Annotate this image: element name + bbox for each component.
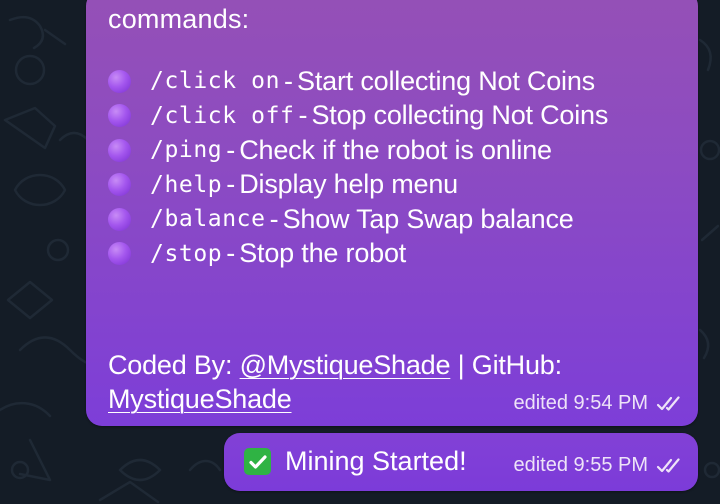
command-description: Display help menu — [239, 169, 458, 200]
command-link[interactable]: /click off — [150, 103, 294, 129]
command-link[interactable]: /help — [150, 172, 222, 198]
purple-circle-icon — [108, 242, 131, 266]
message-meta: edited 9:55 PM — [513, 454, 686, 477]
command-link[interactable]: /click on — [150, 68, 280, 94]
list-item: /balance - Show Tap Swap balance — [108, 202, 608, 237]
double-check-icon — [656, 457, 680, 473]
command-description: Check if the robot is online — [239, 134, 552, 165]
command-description: Start collecting Not Coins — [297, 65, 595, 96]
footer-divider: | — [457, 350, 465, 380]
command-description: Stop the robot — [239, 238, 407, 269]
footer-line-2: MystiqueShade — [108, 382, 562, 416]
purple-circle-icon — [108, 69, 131, 93]
command-description: Show Tap Swap balance — [282, 203, 574, 234]
mining-status: Mining Started! — [244, 446, 467, 477]
purple-circle-icon — [108, 173, 131, 197]
purple-circle-icon — [108, 138, 131, 162]
edited-timestamp: edited 9:54 PM — [513, 392, 648, 414]
list-item: /click on - Start collecting Not Coins — [108, 64, 608, 99]
bot-commands-message[interactable]: commands: /click on - Start collecting N… — [86, 0, 698, 426]
coded-by-label: Coded By: — [108, 350, 233, 380]
mining-status-text: Mining Started! — [285, 446, 467, 476]
command-description: Stop collecting Not Coins — [311, 100, 609, 131]
list-item: /click off - Stop collecting Not Coins — [108, 99, 608, 134]
command-link[interactable]: /stop — [150, 241, 222, 267]
command-separator: - — [269, 203, 279, 234]
command-separator: - — [226, 169, 236, 200]
command-separator: - — [226, 134, 236, 165]
list-item: /stop - Stop the robot — [108, 237, 608, 272]
double-check-icon — [656, 395, 680, 411]
edited-timestamp: edited 9:55 PM — [513, 454, 648, 476]
list-item: /ping - Check if the robot is online — [108, 133, 608, 168]
purple-circle-icon — [108, 104, 131, 128]
command-link[interactable]: /ping — [150, 137, 222, 163]
check-glyph — [248, 454, 267, 469]
github-label: GitHub: — [471, 350, 562, 380]
message-intro-text: commands: — [108, 4, 250, 34]
command-separator: - — [284, 65, 294, 96]
purple-circle-icon — [108, 207, 131, 231]
command-separator: - — [226, 238, 236, 269]
message-meta: edited 9:54 PM — [513, 392, 686, 415]
author-mention-link[interactable]: @MystiqueShade — [240, 350, 451, 380]
github-user-link[interactable]: MystiqueShade — [108, 384, 292, 414]
list-item: /help - Display help menu — [108, 168, 608, 203]
mining-started-message[interactable]: Mining Started! edited 9:55 PM — [224, 433, 698, 491]
command-link[interactable]: /balance — [150, 206, 266, 232]
check-mark-button-icon — [244, 448, 271, 475]
command-list: /click on - Start collecting Not Coins /… — [108, 64, 608, 271]
command-separator: - — [298, 100, 308, 131]
footer-line-1: Coded By: @MystiqueShade | GitHub: — [108, 348, 562, 382]
message-footer: Coded By: @MystiqueShade | GitHub: Mysti… — [108, 348, 562, 416]
